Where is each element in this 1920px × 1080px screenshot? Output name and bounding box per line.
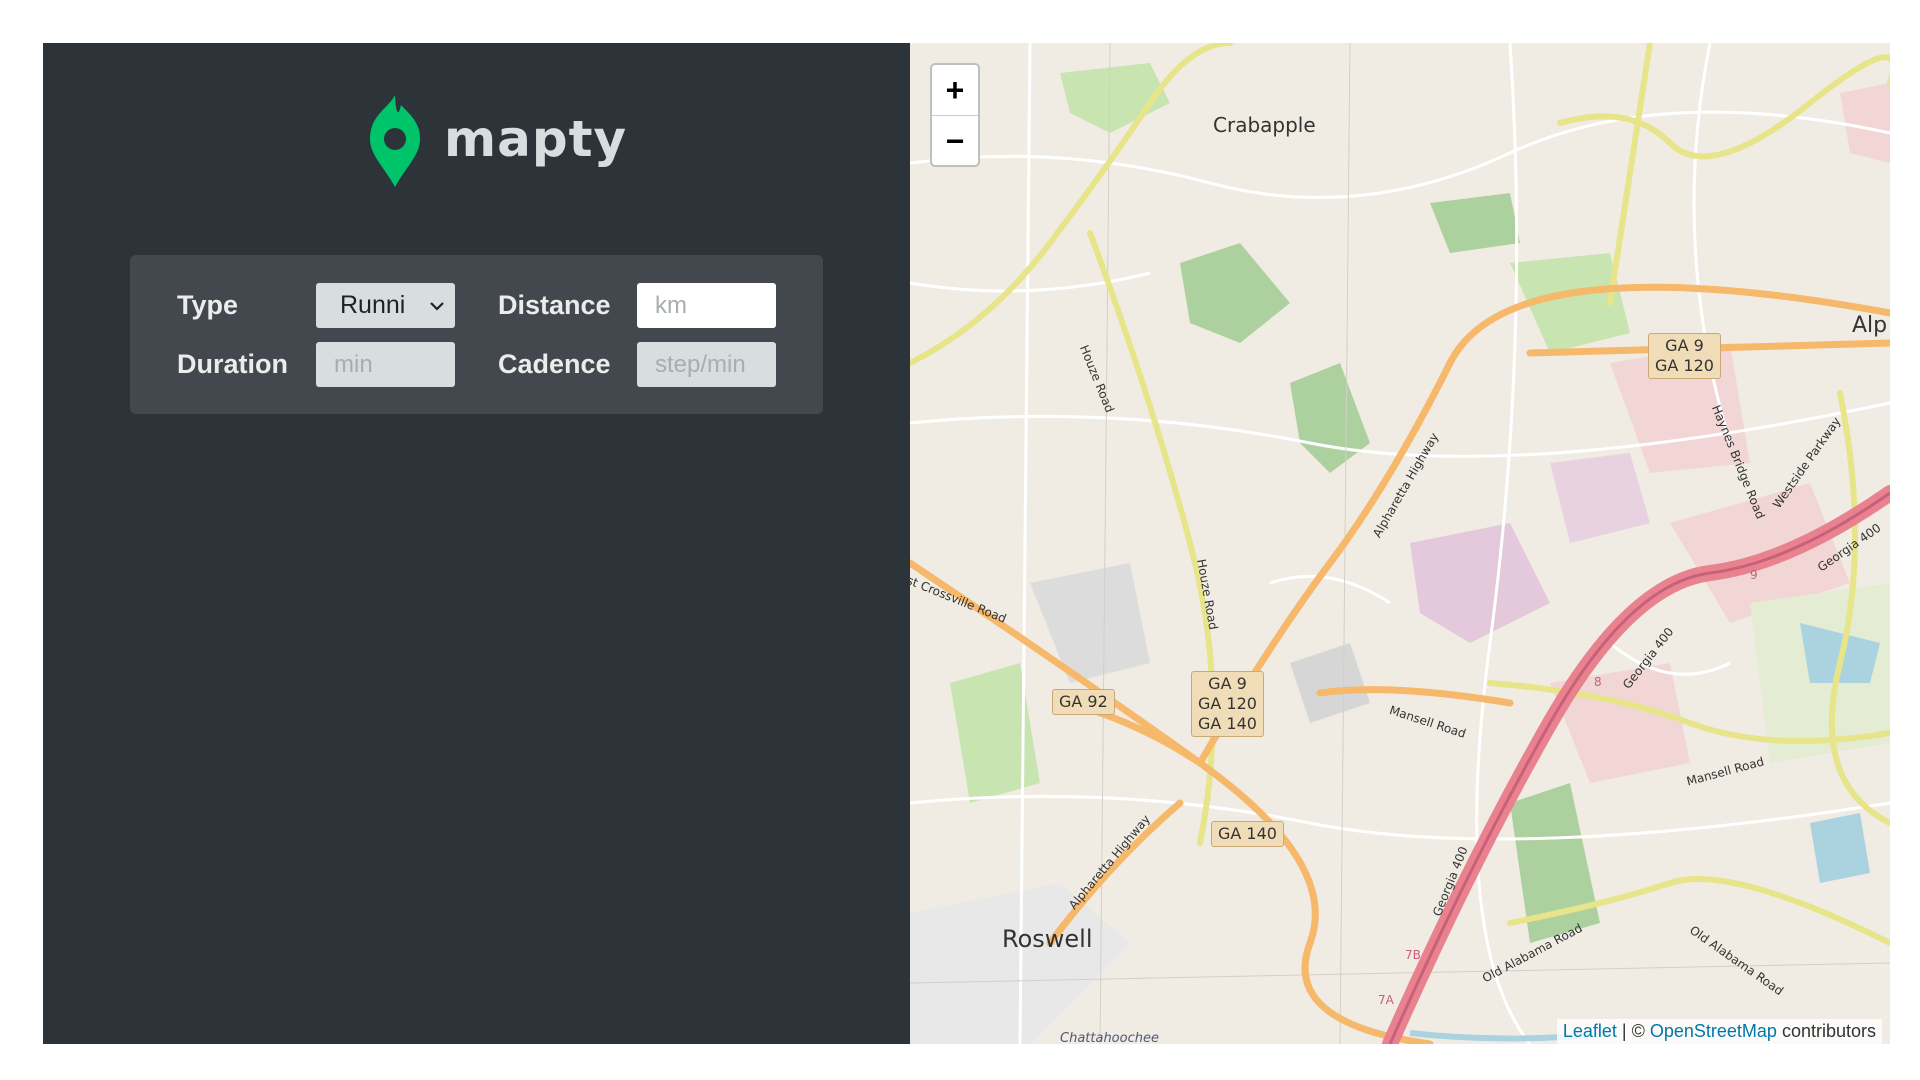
shield-line: GA 92 xyxy=(1059,692,1108,711)
map[interactable]: Crabapple Roswell Alp Chattahoochee Houz… xyxy=(910,43,1890,1044)
form-row-2: Duration Cadence xyxy=(177,342,776,387)
type-select[interactable]: Runni xyxy=(316,283,455,328)
map-label-exit-9: 9 xyxy=(1750,568,1758,582)
map-label-crabapple: Crabapple xyxy=(1213,113,1316,137)
cadence-label: Cadence xyxy=(498,349,611,379)
sidebar: mapty Type Runni Distance Duration Caden… xyxy=(43,43,910,1044)
form-row-1: Type Runni Distance xyxy=(177,283,776,328)
map-attribution: Leaflet | © OpenStreetMap contributors xyxy=(1556,1019,1882,1044)
shield-line: GA 120 xyxy=(1198,694,1257,713)
duration-input[interactable] xyxy=(316,342,455,387)
zoom-in-button[interactable]: + xyxy=(932,65,978,116)
distance-input[interactable] xyxy=(637,283,776,328)
map-label-alp: Alp xyxy=(1852,313,1888,338)
shield-ga140: GA 140 xyxy=(1211,821,1284,847)
shield-line: GA 120 xyxy=(1655,356,1714,375)
map-label-chattahoochee: Chattahoochee xyxy=(1060,1031,1159,1044)
map-pin-icon xyxy=(370,95,420,187)
map-label-exit-7a: 7A xyxy=(1378,993,1394,1007)
distance-label: Distance xyxy=(498,290,611,320)
attribution-separator: | © xyxy=(1621,1021,1645,1041)
app-container: mapty Type Runni Distance Duration Caden… xyxy=(43,43,1890,1044)
map-label-exit-7b: 7B xyxy=(1405,948,1421,962)
map-label-exit-8: 8 xyxy=(1594,675,1602,689)
map-label-roswell: Roswell xyxy=(1002,925,1093,953)
type-select-value: Runni xyxy=(340,291,406,319)
leaflet-link[interactable]: Leaflet xyxy=(1563,1021,1617,1041)
shield-line: GA 140 xyxy=(1198,714,1257,733)
shield-ga9-ga120-ga140: GA 9 GA 120 GA 140 xyxy=(1191,671,1264,737)
shield-line: GA 9 xyxy=(1665,336,1704,355)
workout-form: Type Runni Distance Duration Cadence xyxy=(130,255,823,414)
cadence-input[interactable] xyxy=(637,342,776,387)
shield-ga92: GA 92 xyxy=(1052,689,1115,715)
logo-text: mapty xyxy=(444,110,628,168)
shield-line: GA 140 xyxy=(1218,824,1277,843)
osm-link[interactable]: OpenStreetMap xyxy=(1650,1021,1777,1041)
chevron-down-icon xyxy=(430,301,444,311)
map-tiles[interactable] xyxy=(910,43,1890,1044)
type-label: Type xyxy=(177,290,239,320)
attribution-contributors: contributors xyxy=(1781,1021,1876,1041)
duration-label: Duration xyxy=(177,349,288,379)
logo: mapty xyxy=(366,95,627,187)
zoom-out-button[interactable]: − xyxy=(932,116,978,166)
shield-line: GA 9 xyxy=(1208,674,1247,693)
shield-ga9-ga120: GA 9 GA 120 xyxy=(1648,333,1721,379)
zoom-control: + − xyxy=(930,63,980,167)
